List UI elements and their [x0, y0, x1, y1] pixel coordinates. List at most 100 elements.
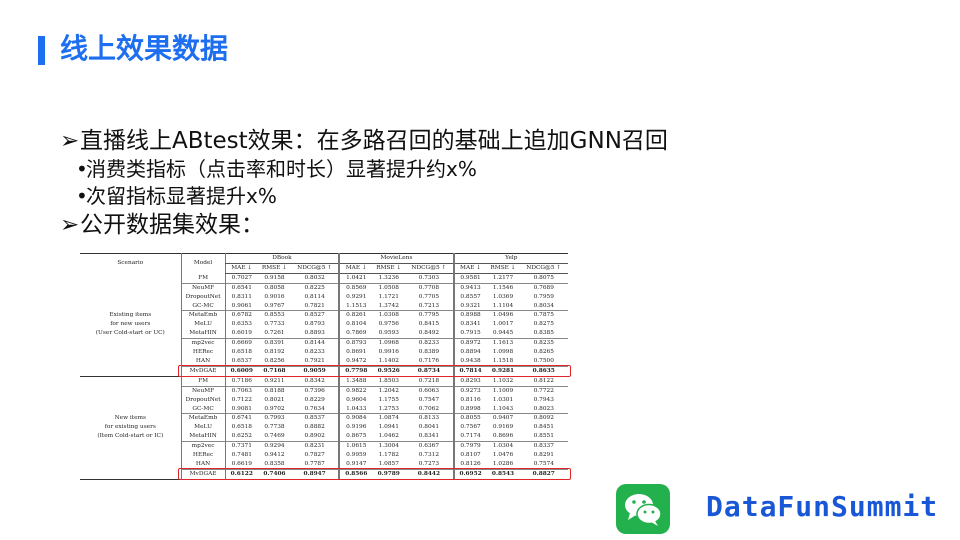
value-cell: 0.6782	[224, 310, 258, 321]
value-cell: 0.9413	[452, 282, 487, 293]
value-cell: 1.1518	[492, 357, 514, 364]
value-cell: 0.8092	[519, 413, 568, 424]
value-cell: 0.7261	[264, 330, 285, 337]
scenario-cell: New items for existing users (Item Cold-st…	[80, 376, 182, 480]
value-cell: 0.9294	[258, 441, 291, 452]
value-cell: 0.9604	[338, 395, 373, 405]
model-cell: HERec	[180, 348, 226, 357]
value-cell: 0.7547	[418, 396, 440, 403]
value-cell: 0.8122	[533, 377, 554, 384]
value-cell: 0.8442	[405, 468, 454, 480]
value-cell: 0.8793	[338, 338, 373, 349]
value-cell: 0.8566	[338, 468, 373, 480]
value-cell: 0.6741	[224, 413, 258, 424]
scenario-line: for new users	[110, 321, 151, 328]
value-cell: 0.8527	[290, 310, 340, 321]
dataset-header: DBook	[224, 253, 340, 264]
model-cell: HERec	[180, 451, 226, 460]
value-cell: 1.0496	[486, 310, 520, 321]
value-cell: 0.8231	[290, 441, 340, 452]
dot-bullet-icon: •	[76, 184, 88, 208]
model-cell: MetaEmb	[180, 413, 226, 424]
model-cell: HAN	[180, 459, 226, 470]
bullet-item: •次留指标显著提升x%	[60, 183, 668, 210]
value-cell: 1.3742	[378, 302, 399, 309]
value-cell: 0.8192	[264, 349, 285, 356]
value-cell: 0.6063	[405, 385, 454, 396]
arrow-bullet-icon: ➢	[60, 212, 80, 238]
value-cell: 1.1513	[338, 301, 373, 311]
value-cell: 0.8275	[533, 321, 554, 328]
value-cell: 0.8551	[533, 433, 554, 440]
value-cell: 0.8261	[338, 310, 373, 321]
value-cell: 0.7063	[224, 385, 258, 396]
value-cell: 1.0998	[492, 349, 514, 356]
value-cell: 0.8341	[452, 320, 487, 330]
value-cell: 0.8233	[405, 338, 454, 349]
value-cell: 0.7705	[418, 293, 440, 300]
metric-header: NDCG@5 ↑	[405, 263, 454, 274]
value-cell: 0.7218	[418, 377, 440, 384]
table-body: Existing items for new users (User Cold-st…	[80, 273, 568, 480]
value-cell: 0.8055	[452, 413, 487, 424]
value-cell: 0.7396	[290, 385, 340, 396]
value-cell: 0.7787	[304, 460, 325, 467]
value-cell: 0.8225	[290, 282, 340, 293]
value-cell: 0.9211	[264, 377, 285, 384]
value-cell: 0.8827	[519, 468, 568, 480]
value-cell: 0.7122	[224, 395, 258, 405]
value-cell: 0.8391	[258, 338, 291, 349]
value-cell: 0.9196	[338, 423, 373, 433]
value-cell: 0.6122	[224, 468, 258, 480]
value-cell: 0.9321	[452, 301, 487, 311]
model-cell: NeuMF	[180, 385, 226, 396]
value-cell: 0.6537	[224, 356, 258, 367]
value-cell: 0.9756	[378, 321, 399, 328]
value-cell: 0.6518	[224, 348, 258, 357]
value-cell: 0.9081	[224, 404, 258, 414]
value-cell: 0.8385	[533, 330, 554, 337]
value-cell: 1.1402	[378, 357, 399, 364]
value-cell: 0.9147	[338, 459, 373, 470]
value-cell: 0.8229	[304, 396, 325, 403]
value-cell: 1.1755	[378, 396, 399, 403]
value-cell: 1.0308	[372, 310, 406, 321]
value-cell: 0.9061	[224, 301, 258, 311]
value-cell: 0.9016	[264, 293, 285, 300]
value-cell: 0.8947	[290, 468, 340, 480]
value-cell: 0.8537	[290, 413, 340, 424]
value-cell: 1.0857	[378, 460, 399, 467]
value-cell: 1.3004	[372, 441, 406, 452]
value-cell: 0.8311	[224, 292, 258, 302]
value-cell: 0.7814	[452, 365, 487, 377]
value-cell: 0.7795	[405, 310, 454, 321]
value-cell: 0.8691	[338, 348, 373, 357]
value-cell: 0.7689	[519, 282, 568, 293]
value-cell: 0.7798	[338, 365, 373, 377]
metric-header: NDCG@5 ↑	[290, 263, 340, 274]
dot-bullet-icon: •	[76, 157, 88, 181]
table-row: Existing items for new users (User Cold-st…	[80, 273, 568, 377]
value-cell: 1.0615	[338, 441, 373, 452]
value-cell: 0.8696	[492, 433, 514, 440]
value-cell: 0.8034	[533, 302, 554, 309]
value-cell: 0.7943	[533, 396, 554, 403]
model-cell: GC-MC	[180, 404, 226, 414]
value-cell: 0.8233	[304, 349, 325, 356]
brand-name: DataFunSummit	[706, 490, 939, 523]
value-cell: 0.9158	[264, 274, 285, 281]
value-cell: 1.0421	[338, 273, 373, 284]
value-cell: 1.1104	[492, 302, 514, 309]
value-cell: 0.8133	[405, 413, 454, 424]
value-cell: 0.6009	[224, 365, 258, 377]
value-cell: 1.0476	[492, 452, 514, 459]
value-cell: 0.7827	[304, 452, 325, 459]
value-cell: 0.7213	[418, 302, 440, 309]
value-cell: 0.6353	[224, 320, 258, 330]
metric-header: MAE ↓	[338, 263, 373, 274]
value-cell: 0.7979	[452, 441, 487, 452]
value-cell: 0.7708	[405, 282, 454, 293]
value-cell: 0.8058	[258, 282, 291, 293]
metric-header: RMSE ↓	[372, 263, 406, 274]
value-cell: 0.7186	[224, 376, 258, 387]
